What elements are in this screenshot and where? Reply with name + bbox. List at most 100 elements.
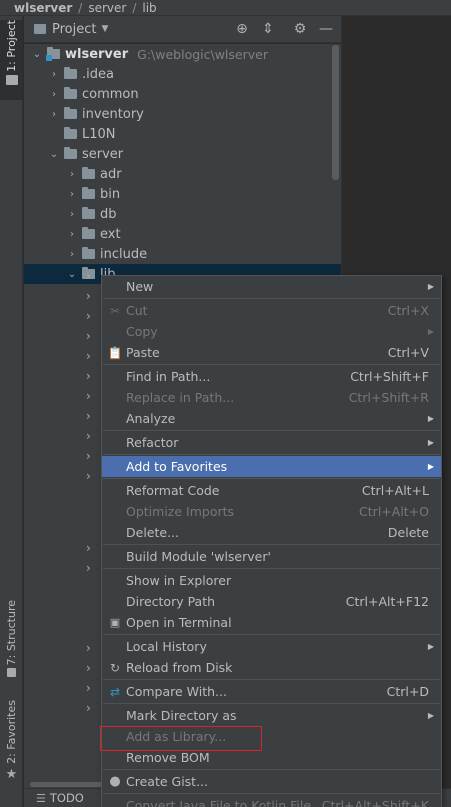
module-folder-icon xyxy=(46,47,60,61)
chevron-right-icon[interactable]: › xyxy=(86,561,91,575)
chevron-right-icon[interactable]: › xyxy=(86,469,91,483)
menu-item-label: Reformat Code xyxy=(126,483,220,498)
menu-item-optimize-imports[interactable]: Optimize Imports Ctrl+Alt+O xyxy=(102,501,441,522)
menu-item-label: Analyze xyxy=(126,411,176,426)
menu-item-reformat-code[interactable]: Reformat Code Ctrl+Alt+L xyxy=(102,480,441,501)
tree-scrollbar[interactable] xyxy=(332,45,339,180)
menu-item-paste[interactable]: 📋 Paste Ctrl+V xyxy=(102,342,441,363)
menu-item-remove-bom[interactable]: Remove BOM xyxy=(102,747,441,768)
menu-item-label: Remove BOM xyxy=(126,750,210,765)
tree-node-label: common xyxy=(82,86,139,102)
menu-item-replace-in-path[interactable]: Replace in Path... Ctrl+Shift+R xyxy=(102,387,441,408)
tree-node-label: include xyxy=(100,246,148,262)
folder-icon xyxy=(64,147,77,159)
breadcrumb-item-lib[interactable]: lib xyxy=(142,1,156,15)
menu-item-label: Find in Path... xyxy=(126,369,211,384)
menu-item-new[interactable]: New ▶ xyxy=(102,276,441,297)
chevron-right-icon[interactable]: › xyxy=(86,701,91,715)
menu-item-directory-path[interactable]: Directory Path Ctrl+Alt+F12 xyxy=(102,591,441,612)
menu-item-shortcut: Ctrl+Alt+L xyxy=(361,483,429,498)
menu-item-cut[interactable]: ✂ Cut Ctrl+X xyxy=(102,300,441,321)
chevron-right-icon[interactable]: › xyxy=(86,541,91,555)
project-panel-header: Project ▼ ⊕ ⇕ ⚙ — xyxy=(24,16,341,43)
tree-node-ext[interactable]: › ext xyxy=(24,224,341,244)
chevron-down-icon[interactable]: ⌄ xyxy=(49,149,59,160)
menu-item-add-as-library[interactable]: Add as Library... xyxy=(102,726,441,747)
tree-node-l10n[interactable]: L10N xyxy=(24,124,341,144)
chevron-right-icon[interactable]: › xyxy=(67,189,77,200)
terminal-icon: ▣ xyxy=(109,616,121,629)
menu-item-local-history[interactable]: Local History ▶ xyxy=(102,636,441,657)
chevron-right-icon[interactable]: › xyxy=(86,641,91,655)
chevron-right-icon[interactable]: › xyxy=(49,69,59,80)
chevron-down-icon[interactable]: ⌄ xyxy=(32,49,42,60)
chevron-down-icon[interactable]: ⌄ xyxy=(67,269,77,280)
structure-icon xyxy=(7,668,16,678)
breadcrumb-separator: / xyxy=(78,0,83,15)
chevron-right-icon[interactable]: › xyxy=(86,289,91,303)
chevron-right-icon[interactable]: › xyxy=(49,89,59,100)
chevron-right-icon[interactable]: › xyxy=(86,409,91,423)
menu-item-build-module[interactable]: Build Module 'wlserver' xyxy=(102,546,441,567)
menu-item-open-in-terminal[interactable]: ▣ Open in Terminal xyxy=(102,612,441,633)
breadcrumb-item-server[interactable]: server xyxy=(88,1,126,15)
chevron-right-icon[interactable]: › xyxy=(67,209,77,220)
menu-item-add-to-favorites[interactable]: Add to Favorites ▶ xyxy=(102,456,441,477)
tree-node-common[interactable]: › common xyxy=(24,84,341,104)
locate-icon[interactable]: ⊕ xyxy=(234,21,250,37)
menu-item-shortcut: Ctrl+Alt+F12 xyxy=(345,594,429,609)
gear-icon[interactable]: ⚙ xyxy=(292,21,308,37)
tab-structure[interactable]: 7: Structure xyxy=(0,600,23,684)
menu-item-compare-with[interactable]: ⇄ Compare With... Ctrl+D xyxy=(102,681,441,702)
chevron-right-icon[interactable]: › xyxy=(67,169,77,180)
chevron-right-icon[interactable]: › xyxy=(67,229,77,240)
menu-item-refactor[interactable]: Refactor ▶ xyxy=(102,432,441,453)
menu-item-label: Optimize Imports xyxy=(126,504,235,519)
chevron-down-icon[interactable]: ▼ xyxy=(101,24,108,34)
collapse-all-icon[interactable]: ⇕ xyxy=(260,21,276,37)
menu-item-show-in-explorer[interactable]: Show in Explorer xyxy=(102,570,441,591)
folder-icon xyxy=(82,207,95,219)
menu-item-create-gist[interactable]: ● Create Gist... xyxy=(102,771,441,792)
tree-node-idea[interactable]: › .idea xyxy=(24,64,341,84)
chevron-right-icon[interactable]: › xyxy=(49,109,59,120)
tree-node-db[interactable]: › db xyxy=(24,204,341,224)
project-view-title[interactable]: Project xyxy=(52,22,96,37)
chevron-right-icon[interactable]: › xyxy=(86,429,91,443)
chevron-right-icon[interactable]: › xyxy=(86,349,91,363)
tree-node-label: inventory xyxy=(82,106,144,122)
chevron-right-icon[interactable]: › xyxy=(86,329,91,343)
chevron-right-icon[interactable]: › xyxy=(86,661,91,675)
scissors-icon: ✂ xyxy=(109,303,121,318)
menu-item-convert-to-kotlin[interactable]: Convert Java File to Kotlin File Ctrl+Al… xyxy=(102,795,441,807)
chevron-right-icon[interactable]: › xyxy=(86,681,91,695)
tab-favorites[interactable]: 2: Favorites ★ xyxy=(0,700,23,800)
tab-project[interactable]: 1: Project xyxy=(0,20,23,100)
breadcrumb-item-wlserver[interactable]: wlserver xyxy=(14,1,72,15)
chevron-right-icon[interactable]: › xyxy=(67,249,77,260)
menu-item-mark-directory-as[interactable]: Mark Directory as ▶ xyxy=(102,705,441,726)
menu-item-delete[interactable]: Delete... Delete xyxy=(102,522,441,543)
menu-item-shortcut: Ctrl+Shift+F xyxy=(350,369,429,384)
chevron-right-icon[interactable]: › xyxy=(86,269,91,283)
menu-item-copy[interactable]: Copy ▶ xyxy=(102,321,441,342)
menu-item-reload-from-disk[interactable]: ↻ Reload from Disk xyxy=(102,657,441,678)
tree-node-inventory[interactable]: › inventory xyxy=(24,104,341,124)
tree-node-server[interactable]: ⌄ server xyxy=(24,144,341,164)
tree-node-adr[interactable]: › adr xyxy=(24,164,341,184)
folder-icon xyxy=(64,127,77,139)
menu-item-find-in-path[interactable]: Find in Path... Ctrl+Shift+F xyxy=(102,366,441,387)
chevron-right-icon[interactable]: › xyxy=(86,389,91,403)
tree-node-bin[interactable]: › bin xyxy=(24,184,341,204)
tree-node-root[interactable]: ⌄ wlserver G:\weblogic\wlserver xyxy=(24,44,341,64)
tab-todo[interactable]: TODO xyxy=(50,791,84,805)
hide-icon[interactable]: — xyxy=(318,21,334,37)
context-menu: New ▶ ✂ Cut Ctrl+X Copy ▶ 📋 Paste Ctrl+V… xyxy=(101,275,442,807)
chevron-right-icon[interactable]: › xyxy=(86,309,91,323)
tab-structure-label: 7: Structure xyxy=(5,600,18,666)
tree-node-include[interactable]: › include xyxy=(24,244,341,264)
submenu-arrow-icon: ▶ xyxy=(427,711,434,720)
menu-item-analyze[interactable]: Analyze ▶ xyxy=(102,408,441,429)
chevron-right-icon[interactable]: › xyxy=(86,449,91,463)
chevron-right-icon[interactable]: › xyxy=(86,369,91,383)
